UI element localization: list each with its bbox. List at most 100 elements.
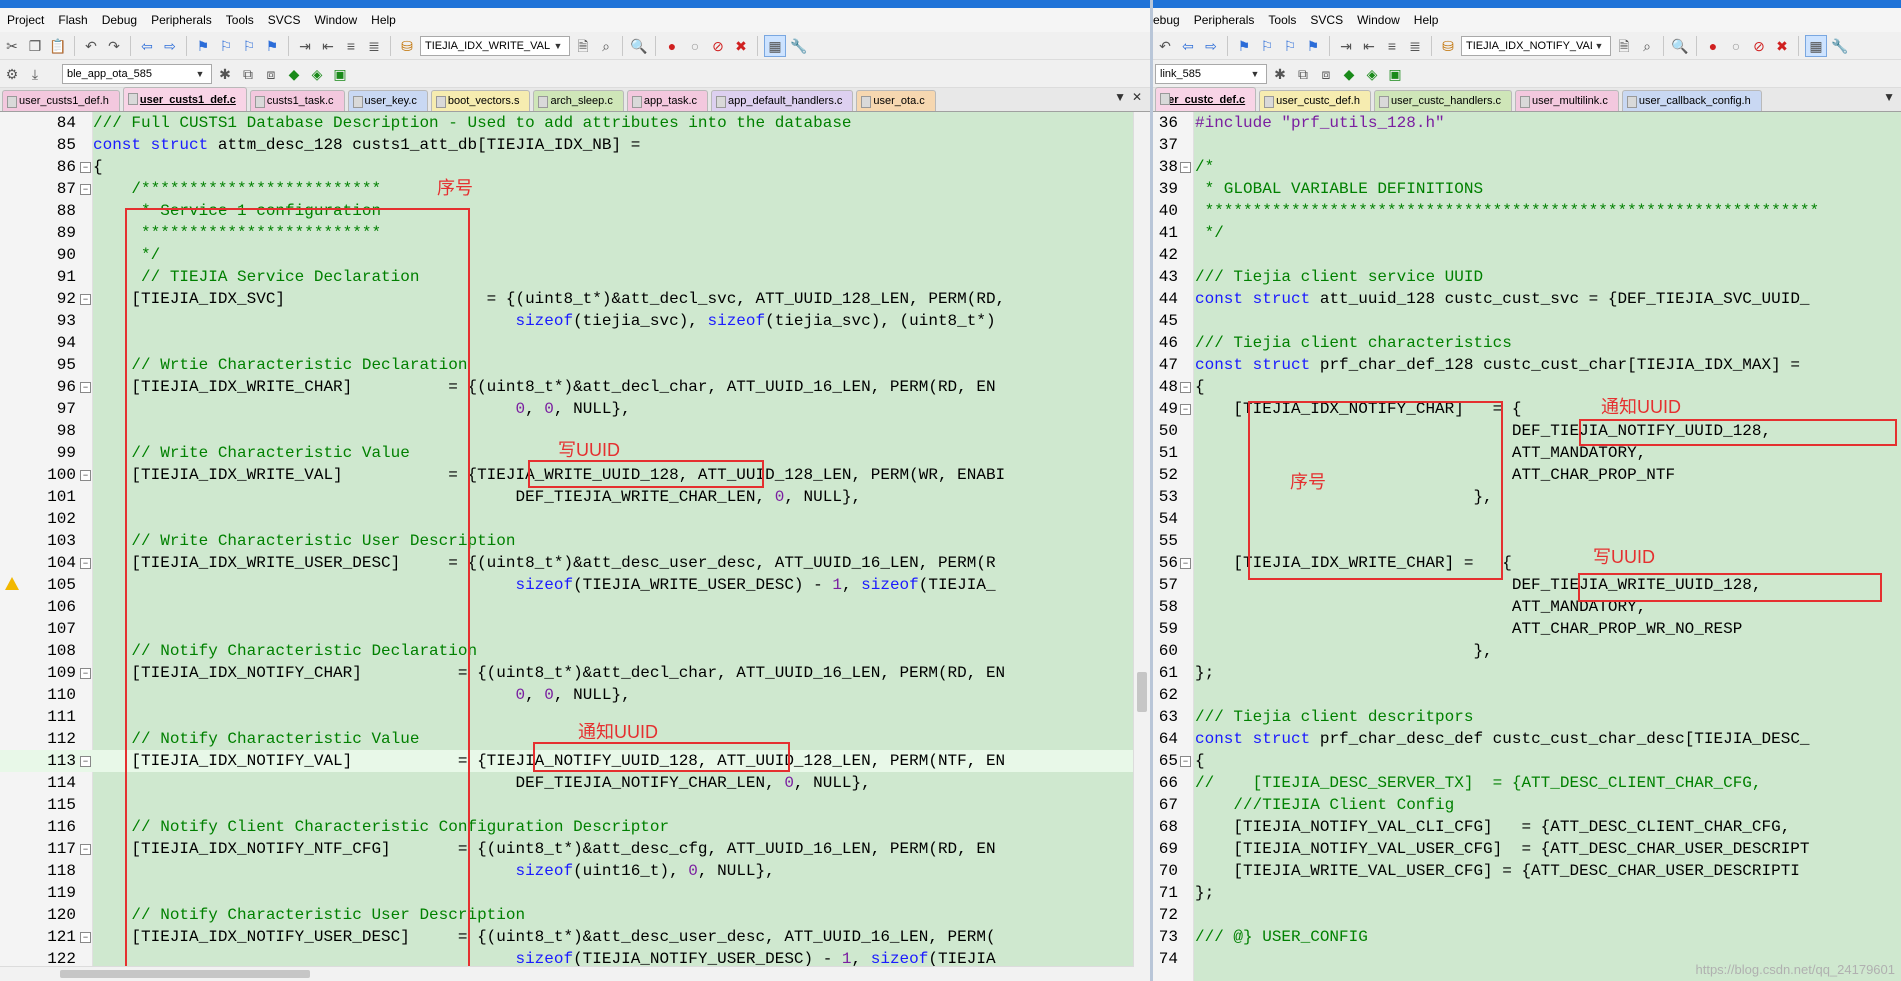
bookmark-prev-icon[interactable]: ⚐ xyxy=(216,36,236,56)
load-icon[interactable]: ⤓ xyxy=(25,64,45,84)
code-line[interactable]: 41 */ xyxy=(1153,222,1901,244)
code-line[interactable]: 62 xyxy=(1153,684,1901,706)
nav-forward-icon[interactable]: ⇨ xyxy=(160,36,180,56)
indent-icon[interactable]: ⇥ xyxy=(295,36,315,56)
menu-window[interactable]: Window xyxy=(307,8,364,32)
code-line[interactable]: 48−{ xyxy=(1153,376,1901,398)
unindent-icon[interactable]: ⇤ xyxy=(1359,36,1379,56)
find-in-files-icon[interactable]: 🗎 xyxy=(573,36,593,56)
fold-toggle-icon[interactable]: − xyxy=(80,294,91,305)
code-line[interactable]: 60 }, xyxy=(1153,640,1901,662)
tab-custs1-task-c[interactable]: custs1_task.c xyxy=(249,90,345,111)
chevron-down-icon[interactable]: ▼ xyxy=(1592,41,1606,51)
run-time-env-icon[interactable]: ▣ xyxy=(1385,64,1405,84)
pack-installer-icon[interactable]: ◈ xyxy=(307,64,327,84)
fold-toggle-icon[interactable]: − xyxy=(80,162,91,173)
pack-installer-icon[interactable]: ◈ xyxy=(1362,64,1382,84)
vertical-scrollbar[interactable] xyxy=(1133,112,1150,981)
tab-user-custs1-def-c[interactable]: user_custs1_def.c xyxy=(122,87,247,111)
code-line[interactable]: 63 /// Tiejia client descritpors xyxy=(1153,706,1901,728)
target-options-icon[interactable]: ✱ xyxy=(215,64,235,84)
tab-app-task-c[interactable]: app_task.c xyxy=(626,90,709,111)
code-line[interactable]: 71}; xyxy=(1153,882,1901,904)
code-line[interactable]: 45 xyxy=(1153,310,1901,332)
code-line[interactable]: 47 const struct prf_char_def_128 custc_cu… xyxy=(1153,354,1901,376)
tab-dropdown-icon[interactable]: ▼ xyxy=(1883,90,1895,104)
code-line[interactable]: 68 [TIEJIA_NOTIFY_VAL_CLI_CFG] = {ATT_DE… xyxy=(1153,816,1901,838)
bookmark-icon[interactable]: ⚑ xyxy=(1234,36,1254,56)
chevron-down-icon[interactable]: ▼ xyxy=(193,69,207,79)
fold-toggle-icon[interactable]: − xyxy=(80,932,91,943)
tab-user-key-c[interactable]: user_key.c xyxy=(347,90,428,111)
nav-back-icon[interactable]: ⇦ xyxy=(1178,36,1198,56)
breakpoint-kill-icon[interactable]: ✖ xyxy=(731,36,751,56)
select-packs-icon[interactable]: ◆ xyxy=(1339,64,1359,84)
find-select[interactable]: TIEJIA_IDX_NOTIFY_VAL ▼ xyxy=(1461,35,1611,56)
find-symbol-icon[interactable]: ⛁ xyxy=(397,36,417,56)
code-line[interactable]: 69 [TIEJIA_NOTIFY_VAL_USER_CFG] = {ATT_D… xyxy=(1153,838,1901,860)
bookmark-next-icon[interactable]: ⚐ xyxy=(239,36,259,56)
code-line[interactable]: 72 xyxy=(1153,904,1901,926)
fold-toggle-icon[interactable]: − xyxy=(1180,558,1191,569)
code-editor[interactable]: 84 /// Full CUSTS1 Database Description -… xyxy=(0,112,1150,981)
undo-icon[interactable]: ↶ xyxy=(1155,36,1175,56)
comment-icon[interactable]: ≡ xyxy=(341,36,361,56)
code-line[interactable]: 66 // [TIEJIA_DESC_SERVER_TX] = {ATT_DESC… xyxy=(1153,772,1901,794)
code-line[interactable]: 37 xyxy=(1153,134,1901,156)
nav-forward-icon[interactable]: ⇨ xyxy=(1201,36,1221,56)
debug-session-icon[interactable]: 🔍 xyxy=(629,36,649,56)
chevron-down-icon[interactable]: ▼ xyxy=(551,41,565,51)
undo-icon[interactable]: ↶ xyxy=(81,36,101,56)
bookmark-prev-icon[interactable]: ⚐ xyxy=(1257,36,1277,56)
code-line[interactable]: 65−{ xyxy=(1153,750,1901,772)
code-line[interactable]: 59 ATT_CHAR_PROP_WR_NO_RESP xyxy=(1153,618,1901,640)
breakpoint-enable-icon[interactable]: ○ xyxy=(685,36,705,56)
manage-components-icon[interactable]: ⧈ xyxy=(1316,64,1336,84)
code-line[interactable]: 38−/* xyxy=(1153,156,1901,178)
menu-window[interactable]: Window xyxy=(1350,8,1407,32)
indent-icon[interactable]: ⇥ xyxy=(1336,36,1356,56)
menu-flash[interactable]: Flash xyxy=(51,8,94,32)
window-layout-icon[interactable]: ▦ xyxy=(764,34,786,57)
code-line[interactable]: 39 * GLOBAL VARIABLE DEFINITIONS xyxy=(1153,178,1901,200)
close-icon[interactable]: ✕ xyxy=(1132,90,1142,104)
menu-tools[interactable]: Tools xyxy=(219,8,261,32)
breakpoint-insert-icon[interactable]: ● xyxy=(1703,36,1723,56)
target-select[interactable]: link_585 ▼ xyxy=(1155,63,1267,84)
code-line[interactable]: 36 #include "prf_utils_128.h" xyxy=(1153,112,1901,134)
configure-icon[interactable]: 🔧 xyxy=(1830,36,1850,56)
configure-icon[interactable]: 🔧 xyxy=(789,36,809,56)
find-in-files-icon[interactable]: 🗎 xyxy=(1614,36,1634,56)
incremental-find-icon[interactable]: ⌕ xyxy=(1637,36,1657,56)
tab-boot-vectors-s[interactable]: boot_vectors.s xyxy=(430,90,531,111)
bookmark-icon[interactable]: ⚑ xyxy=(193,36,213,56)
chevron-down-icon[interactable]: ▼ xyxy=(1248,69,1262,79)
bookmark-clear-icon[interactable]: ⚑ xyxy=(262,36,282,56)
code-line[interactable]: 73 /// @} USER_CONFIG xyxy=(1153,926,1901,948)
code-line[interactable]: 87− /************************* xyxy=(0,178,1150,200)
scrollbar-thumb[interactable] xyxy=(60,970,310,978)
code-line[interactable]: 42 xyxy=(1153,244,1901,266)
menu-svcs[interactable]: SVCS xyxy=(261,8,308,32)
fold-toggle-icon[interactable]: − xyxy=(80,756,91,767)
breakpoint-insert-icon[interactable]: ● xyxy=(662,36,682,56)
fold-toggle-icon[interactable]: − xyxy=(80,382,91,393)
paste-icon[interactable]: 📋 xyxy=(48,36,68,56)
find-symbol-icon[interactable]: ⛁ xyxy=(1438,36,1458,56)
copy-icon[interactable]: ❐ xyxy=(25,36,45,56)
code-line[interactable]: 43 /// Tiejia client service UUID xyxy=(1153,266,1901,288)
find-select[interactable]: TIEJIA_IDX_WRITE_VAL ▼ xyxy=(420,35,570,56)
comment-icon[interactable]: ≡ xyxy=(1382,36,1402,56)
tab-user-custc-handlers-c[interactable]: user_custc_handlers.c xyxy=(1373,90,1513,111)
fold-toggle-icon[interactable]: − xyxy=(80,844,91,855)
breakpoint-disable-icon[interactable]: ⊘ xyxy=(1749,36,1769,56)
manage-components-icon[interactable]: ⧈ xyxy=(261,64,281,84)
menu-svcs[interactable]: SVCS xyxy=(1303,8,1350,32)
code-line[interactable]: 67 ///TIEJIA Client Config xyxy=(1153,794,1901,816)
tab-user-custc-def-c[interactable]: ser_custc_def.c xyxy=(1155,87,1257,111)
code-line[interactable]: 85 const struct attm_desc_128 custs1_att_… xyxy=(0,134,1150,156)
fold-toggle-icon[interactable]: − xyxy=(1180,756,1191,767)
code-line[interactable]: 46 /// Tiejia client characteristics xyxy=(1153,332,1901,354)
code-line[interactable]: 61}; xyxy=(1153,662,1901,684)
redo-icon[interactable]: ↷ xyxy=(104,36,124,56)
